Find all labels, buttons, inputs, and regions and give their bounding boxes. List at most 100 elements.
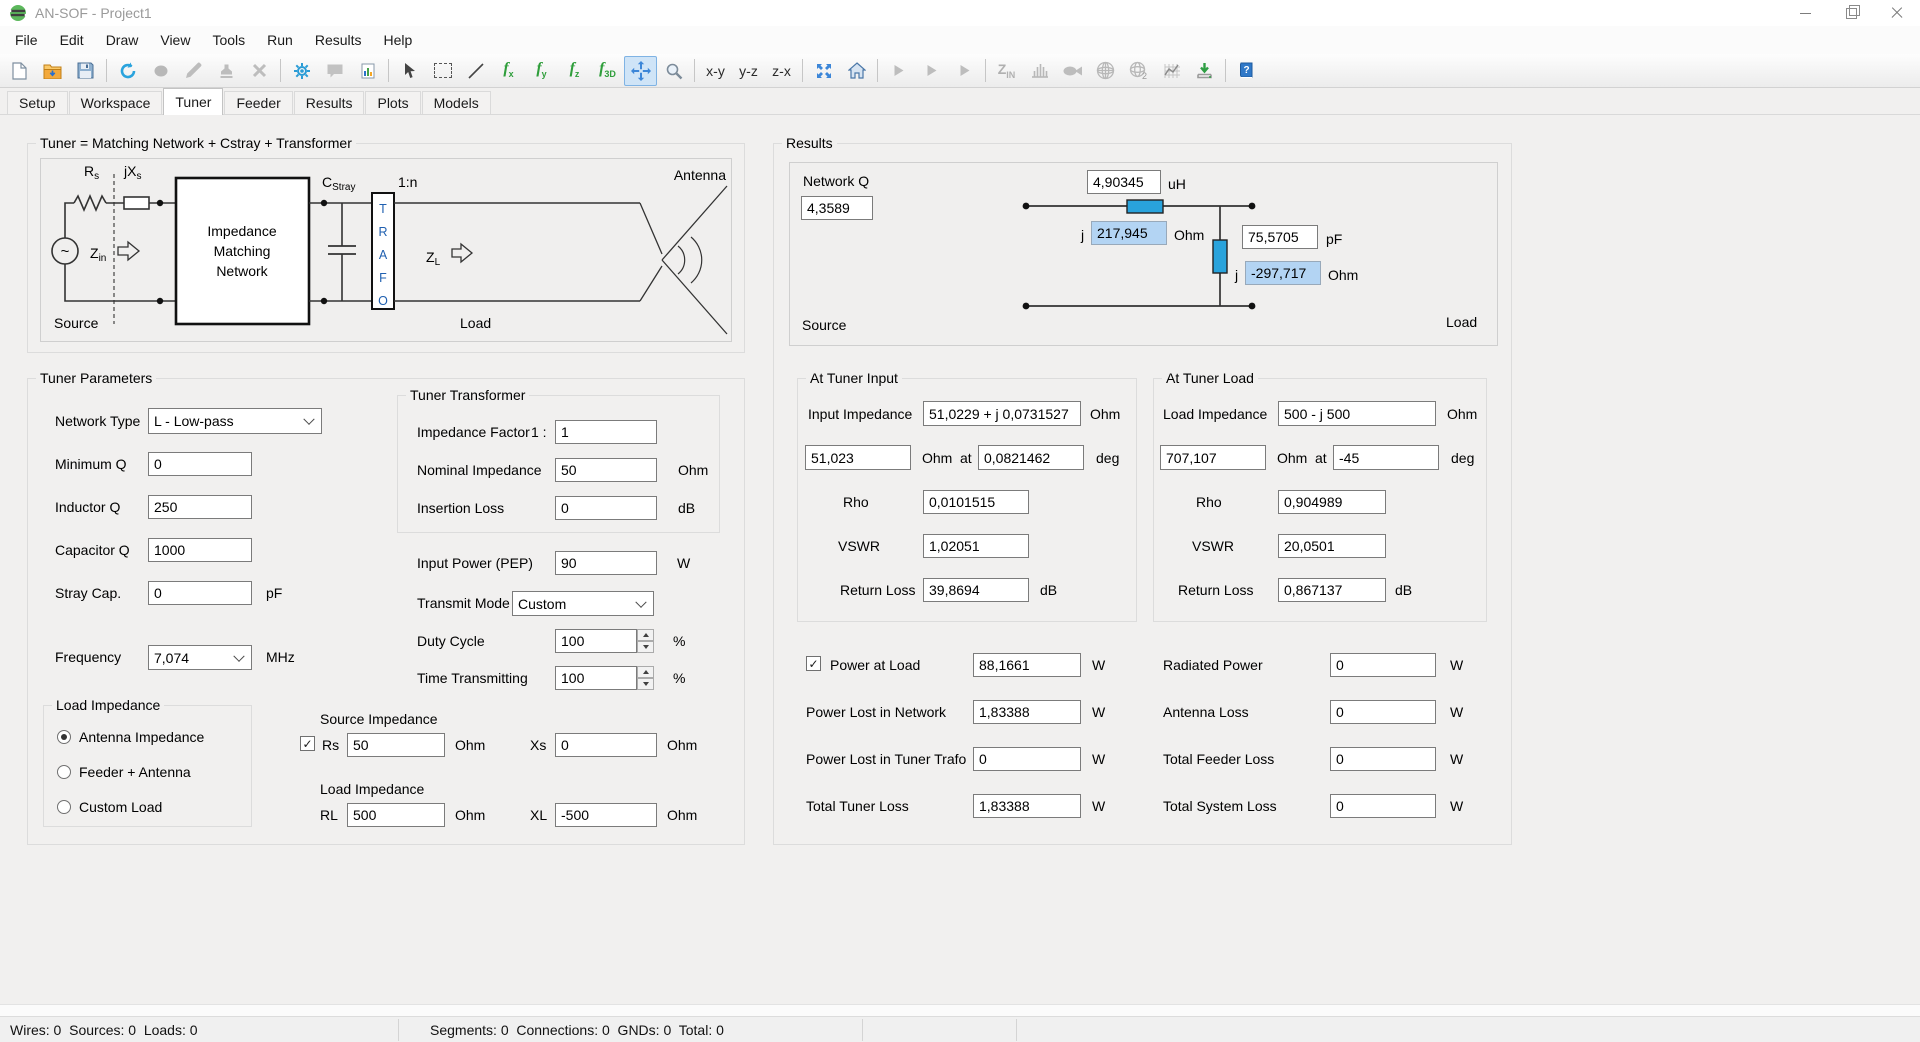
selection-box-button[interactable] bbox=[426, 56, 459, 86]
radiation-sphere-2-button[interactable]: 2 bbox=[1122, 56, 1155, 86]
load-magnitude-value[interactable]: 707,107 bbox=[1160, 445, 1266, 470]
network-q-value[interactable]: 4,3589 bbox=[801, 196, 873, 220]
zoom-button[interactable] bbox=[657, 56, 690, 86]
tab-plots[interactable]: Plots bbox=[365, 91, 420, 114]
input-power-input[interactable]: 90 bbox=[555, 551, 657, 575]
insertion-loss-input[interactable]: 0 bbox=[555, 496, 657, 520]
total-tuner-loss-value[interactable]: 1,83388 bbox=[973, 794, 1081, 818]
preferences-button[interactable] bbox=[285, 56, 318, 86]
capacitor-q-input[interactable]: 1000 bbox=[148, 538, 252, 562]
save-button[interactable] bbox=[69, 56, 102, 86]
total-system-loss-value[interactable]: 0 bbox=[1330, 794, 1436, 818]
spin-up-icon[interactable] bbox=[637, 666, 654, 678]
open-file-button[interactable] bbox=[36, 56, 69, 86]
draw-line-button[interactable] bbox=[459, 56, 492, 86]
tab-setup[interactable]: Setup bbox=[7, 91, 68, 114]
duty-cycle-spinner[interactable] bbox=[637, 629, 654, 653]
tab-feeder[interactable]: Feeder bbox=[224, 91, 292, 114]
load-vswr-value[interactable]: 20,0501 bbox=[1278, 534, 1386, 558]
nominal-impedance-input[interactable]: 50 bbox=[555, 458, 657, 482]
input-return-loss-value[interactable]: 39,8694 bbox=[923, 578, 1029, 602]
time-transmitting-input[interactable]: 100 bbox=[555, 666, 637, 690]
antenna-loss-value[interactable]: 0 bbox=[1330, 700, 1436, 724]
input-vswr-value[interactable]: 1,02051 bbox=[923, 534, 1029, 558]
menu-tools[interactable]: Tools bbox=[201, 27, 256, 53]
input-phase-value[interactable]: 0,0821462 bbox=[978, 445, 1084, 470]
menu-draw[interactable]: Draw bbox=[95, 27, 150, 53]
minimum-q-input[interactable]: 0 bbox=[148, 452, 252, 476]
menu-results[interactable]: Results bbox=[304, 27, 373, 53]
new-file-button[interactable] bbox=[3, 56, 36, 86]
modify-button[interactable] bbox=[210, 56, 243, 86]
input-magnitude-value[interactable]: 51,023 bbox=[805, 445, 911, 470]
edit-button[interactable] bbox=[177, 56, 210, 86]
rs-checkbox[interactable] bbox=[300, 736, 315, 751]
stray-cap-input[interactable]: 0 bbox=[148, 581, 252, 605]
view-xy-button[interactable]: x-y bbox=[699, 56, 732, 86]
menu-file[interactable]: File bbox=[4, 27, 49, 53]
impedance-factor-input[interactable]: 1 bbox=[555, 420, 657, 444]
load-rho-value[interactable]: 0,904989 bbox=[1278, 490, 1386, 514]
duty-cycle-input[interactable]: 100 bbox=[555, 629, 637, 653]
rotate-3d-button[interactable]: f3D bbox=[591, 56, 624, 86]
menu-help[interactable]: Help bbox=[373, 27, 424, 53]
radio-antenna-impedance[interactable] bbox=[57, 730, 71, 744]
delete-button[interactable] bbox=[243, 56, 276, 86]
power-lost-trafo-value[interactable]: 0 bbox=[973, 747, 1081, 771]
power-lost-network-value[interactable]: 1,83388 bbox=[973, 700, 1081, 724]
menu-edit[interactable]: Edit bbox=[49, 27, 95, 53]
xl-input[interactable]: -500 bbox=[555, 803, 657, 827]
pattern-button[interactable] bbox=[1023, 56, 1056, 86]
far-field-button[interactable] bbox=[1056, 56, 1089, 86]
total-feeder-loss-value[interactable]: 0 bbox=[1330, 747, 1436, 771]
run-button-3[interactable] bbox=[948, 56, 981, 86]
tab-workspace[interactable]: Workspace bbox=[69, 91, 163, 114]
tab-models[interactable]: Models bbox=[422, 91, 491, 114]
frequency-select[interactable]: 7,074 bbox=[148, 645, 252, 670]
input-impedance-button[interactable]: ZIN bbox=[990, 56, 1023, 86]
home-view-button[interactable] bbox=[840, 56, 873, 86]
close-button[interactable] bbox=[1874, 0, 1920, 26]
help-button[interactable]: ? bbox=[1230, 56, 1263, 86]
rl-input[interactable]: 500 bbox=[347, 803, 445, 827]
transmit-mode-select[interactable]: Custom bbox=[512, 591, 654, 616]
input-rho-value[interactable]: 0,0101515 bbox=[923, 490, 1029, 514]
spin-up-icon[interactable] bbox=[637, 629, 654, 641]
rotate-y-button[interactable]: fy bbox=[525, 56, 558, 86]
fit-view-button[interactable] bbox=[807, 56, 840, 86]
export-button[interactable] bbox=[1188, 56, 1221, 86]
minimize-button[interactable] bbox=[1782, 0, 1828, 26]
draw-object-button[interactable] bbox=[144, 56, 177, 86]
spin-down-icon[interactable] bbox=[637, 641, 654, 653]
radiated-power-value[interactable]: 0 bbox=[1330, 653, 1436, 677]
run-button-1[interactable] bbox=[882, 56, 915, 86]
tab-results[interactable]: Results bbox=[294, 91, 365, 114]
shunt-reactance-value[interactable]: -297,717 bbox=[1245, 261, 1321, 285]
comment-button[interactable] bbox=[318, 56, 351, 86]
menu-view[interactable]: View bbox=[149, 27, 201, 53]
inductance-value[interactable]: 4,90345 bbox=[1087, 170, 1161, 194]
time-transmitting-spinner[interactable] bbox=[637, 666, 654, 690]
tab-tuner[interactable]: Tuner bbox=[163, 88, 223, 115]
load-return-loss-value[interactable]: 0,867137 bbox=[1278, 578, 1386, 602]
menu-run[interactable]: Run bbox=[256, 27, 304, 53]
pan-button[interactable] bbox=[624, 56, 657, 86]
capacitance-value[interactable]: 75,5705 bbox=[1242, 225, 1318, 249]
radiation-sphere-button[interactable] bbox=[1089, 56, 1122, 86]
power-at-load-value[interactable]: 88,1661 bbox=[973, 653, 1081, 677]
select-cursor-button[interactable] bbox=[393, 56, 426, 86]
load-phase-value[interactable]: -45 bbox=[1333, 445, 1439, 470]
radio-feeder-antenna[interactable] bbox=[57, 765, 71, 779]
series-reactance-value[interactable]: 217,945 bbox=[1091, 221, 1167, 245]
rs-input[interactable]: 50 bbox=[347, 733, 445, 757]
restore-button[interactable] bbox=[1828, 0, 1874, 26]
view-yz-button[interactable]: y-z bbox=[732, 56, 765, 86]
load-impedance-result-value[interactable]: 500 - j 500 bbox=[1278, 401, 1436, 426]
radio-custom-load[interactable] bbox=[57, 800, 71, 814]
inductor-q-input[interactable]: 250 bbox=[148, 495, 252, 519]
rotate-z-button[interactable]: fz bbox=[558, 56, 591, 86]
rotate-x-button[interactable]: fx bbox=[492, 56, 525, 86]
spin-down-icon[interactable] bbox=[637, 678, 654, 690]
xs-input[interactable]: 0 bbox=[555, 733, 657, 757]
power-at-load-checkbox[interactable] bbox=[806, 656, 821, 671]
